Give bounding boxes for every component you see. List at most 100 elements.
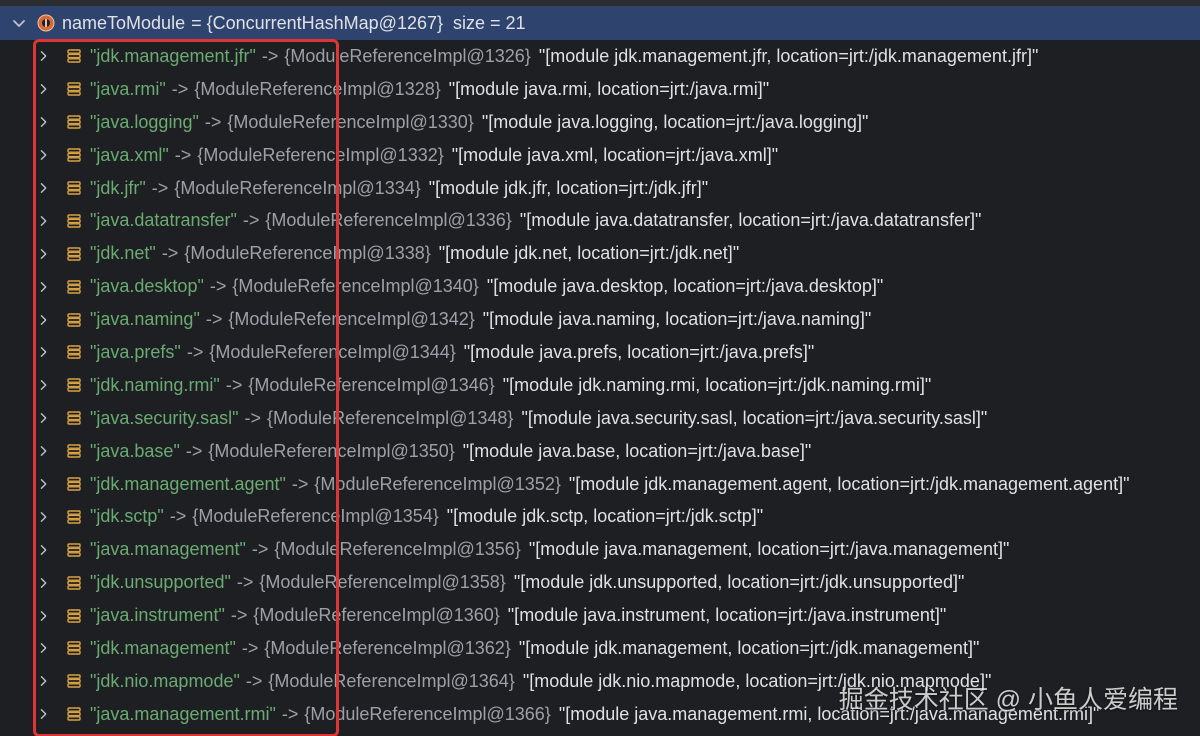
map-entry-icon xyxy=(67,641,81,656)
chevron-right-icon[interactable] xyxy=(38,412,50,424)
map-entry-row[interactable]: "java.security.sasl" -> {ModuleReferenceIm… xyxy=(0,402,1200,435)
map-entry-row[interactable]: "java.datatransfer" -> {ModuleReferenceImp… xyxy=(0,204,1200,237)
map-entry-icon xyxy=(67,49,81,64)
entry-value-description: "[module java.security.sasl, location=jr… xyxy=(521,407,988,428)
variable-row-nameToModule[interactable]: nameToModule = {ConcurrentHashMap@1267} … xyxy=(0,6,1200,40)
entry-key: "java.desktop" xyxy=(90,276,204,297)
entry-key: "java.prefs" xyxy=(90,341,181,362)
entry-arrow: -> xyxy=(171,78,189,99)
map-entry-row[interactable]: "jdk.net" -> {ModuleReferenceImpl@1338} "[m… xyxy=(0,237,1200,270)
entry-value-ref: {ModuleReferenceImpl@1342} xyxy=(228,309,475,330)
entry-value-description: "[module jdk.jfr, location=jrt:/jdk.jfr]… xyxy=(428,177,709,198)
chevron-right-icon[interactable] xyxy=(38,50,50,62)
entry-value-description: "[module java.rmi, location=jrt:/java.rm… xyxy=(448,78,770,99)
map-entry-row[interactable]: "java.naming" -> {ModuleReferenceImpl@1342… xyxy=(0,303,1200,336)
entry-value-ref: {ModuleReferenceImpl@1330} xyxy=(227,111,474,132)
watermark: 掘金技术社区 @ 小鱼人爱编程 xyxy=(838,686,1178,714)
variable-size: size = 21 xyxy=(453,12,526,33)
map-entries-list: "jdk.management.jfr" -> {ModuleReferenceIm… xyxy=(0,40,1200,731)
entry-value-description: "[module java.desktop, location=jrt:/jav… xyxy=(486,276,884,297)
chevron-right-icon[interactable] xyxy=(38,248,50,260)
chevron-right-icon[interactable] xyxy=(38,116,50,128)
chevron-right-icon[interactable] xyxy=(38,182,50,194)
map-entry-row[interactable]: "java.prefs" -> {ModuleReferenceImpl@1344}… xyxy=(0,336,1200,369)
chevron-right-icon[interactable] xyxy=(38,610,50,622)
map-entry-row[interactable]: "java.instrument" -> {ModuleReferenceImpl@… xyxy=(0,599,1200,632)
entry-arrow: -> xyxy=(151,177,169,198)
entry-arrow: -> xyxy=(251,539,269,560)
map-entry-row[interactable]: "java.management" -> {ModuleReferenceImpl@… xyxy=(0,533,1200,566)
variable-name: nameToModule xyxy=(62,12,186,33)
chevron-right-icon[interactable] xyxy=(38,675,50,687)
map-entry-row[interactable]: "jdk.management.jfr" -> {ModuleReferenceIm… xyxy=(0,40,1200,73)
map-entry-row[interactable]: "java.rmi" -> {ModuleReferenceImpl@1328} "[… xyxy=(0,73,1200,106)
chevron-right-icon[interactable] xyxy=(38,379,50,391)
chevron-right-icon[interactable] xyxy=(38,281,50,293)
map-entry-row[interactable]: "jdk.unsupported" -> {ModuleReferenceImpl@… xyxy=(0,566,1200,599)
entry-key: "java.management.rmi" xyxy=(90,703,276,724)
map-entry-row[interactable]: "jdk.management" -> {ModuleReferenceImpl@1… xyxy=(0,632,1200,665)
chevron-right-icon[interactable] xyxy=(38,577,50,589)
entry-key: "java.instrument" xyxy=(90,605,225,626)
map-entry-icon xyxy=(67,411,81,425)
entry-arrow: -> xyxy=(291,473,309,494)
map-entry-row[interactable]: "jdk.management.agent" -> {ModuleReference… xyxy=(0,468,1200,501)
entry-arrow: -> xyxy=(241,637,259,658)
chevron-right-icon[interactable] xyxy=(38,544,50,556)
chevron-right-icon[interactable] xyxy=(38,215,50,227)
chevron-right-icon[interactable] xyxy=(38,83,50,95)
entry-key: "java.naming" xyxy=(90,309,200,330)
map-entry-row[interactable]: "java.xml" -> {ModuleReferenceImpl@1332} "[… xyxy=(0,139,1200,172)
map-entry-icon xyxy=(67,279,81,294)
map-entry-row[interactable]: "java.base" -> {ModuleReferenceImpl@1350} "… xyxy=(0,435,1200,468)
entry-value-ref: {ModuleReferenceImpl@1350} xyxy=(208,440,455,461)
map-entry-icon xyxy=(67,181,81,195)
entry-key: "jdk.jfr" xyxy=(90,177,146,198)
map-entry-row[interactable]: "java.desktop" -> {ModuleReferenceImpl@134… xyxy=(0,270,1200,303)
map-entry-row[interactable]: "jdk.jfr" -> {ModuleReferenceImpl@1334} "[m… xyxy=(0,172,1200,205)
chevron-down-icon[interactable] xyxy=(12,16,26,30)
entry-arrow: -> xyxy=(209,276,227,297)
entry-arrow: -> xyxy=(225,374,243,395)
entry-value-ref: {ModuleReferenceImpl@1358} xyxy=(259,572,506,593)
entry-key: "java.datatransfer" xyxy=(90,210,237,231)
map-entry-icon xyxy=(67,148,81,162)
chevron-right-icon[interactable] xyxy=(38,708,50,720)
entry-arrow: -> xyxy=(242,210,260,231)
entry-key: "jdk.sctp" xyxy=(90,506,164,527)
map-entry-row[interactable]: "java.logging" -> {ModuleReferenceImpl@133… xyxy=(0,106,1200,139)
entry-key: "jdk.nio.mapmode" xyxy=(90,670,240,691)
entry-value-description: "[module jdk.sctp, location=jrt:/jdk.sct… xyxy=(446,506,764,527)
object-info-icon xyxy=(37,14,55,32)
entry-arrow: -> xyxy=(205,309,223,330)
entry-value-description: "[module jdk.naming.rmi, location=jrt:/j… xyxy=(502,374,932,395)
chevron-right-icon[interactable] xyxy=(38,642,50,654)
chevron-right-icon[interactable] xyxy=(38,511,50,523)
entry-value-description: "[module java.instrument, location=jrt:/… xyxy=(507,605,947,626)
map-entry-row[interactable]: "jdk.naming.rmi" -> {ModuleReferenceImpl@1… xyxy=(0,369,1200,402)
map-entry-icon xyxy=(67,378,81,393)
map-entry-row[interactable]: "jdk.sctp" -> {ModuleReferenceImpl@1354} "[… xyxy=(0,500,1200,533)
entry-key: "jdk.management.agent" xyxy=(90,473,286,494)
entry-value-ref: {ModuleReferenceImpl@1326} xyxy=(284,45,531,66)
chevron-right-icon[interactable] xyxy=(38,478,50,490)
chevron-right-icon[interactable] xyxy=(38,346,50,358)
variable-type-ref: = {ConcurrentHashMap@1267} xyxy=(191,12,444,33)
map-entry-icon xyxy=(67,345,81,360)
entry-value-description: "[module jdk.net, location=jrt:/jdk.net]… xyxy=(438,243,740,264)
entry-value-description: "[module jdk.management, location=jrt:/j… xyxy=(518,637,980,658)
map-entry-icon xyxy=(67,247,81,261)
entry-arrow: -> xyxy=(244,407,262,428)
entry-key: "jdk.unsupported" xyxy=(90,572,231,593)
entry-arrow: -> xyxy=(261,45,279,66)
entry-arrow: -> xyxy=(281,703,299,724)
entry-value-ref: {ModuleReferenceImpl@1364} xyxy=(268,670,515,691)
entry-key: "jdk.management" xyxy=(90,637,236,658)
chevron-right-icon[interactable] xyxy=(38,149,50,161)
entry-arrow: -> xyxy=(245,670,263,691)
chevron-right-icon[interactable] xyxy=(38,314,50,326)
entry-value-description: "[module java.xml, location=jrt:/java.xm… xyxy=(451,144,779,165)
entry-value-ref: {ModuleReferenceImpl@1352} xyxy=(314,473,561,494)
chevron-right-icon[interactable] xyxy=(38,445,50,457)
entry-key: "jdk.management.jfr" xyxy=(90,45,256,66)
